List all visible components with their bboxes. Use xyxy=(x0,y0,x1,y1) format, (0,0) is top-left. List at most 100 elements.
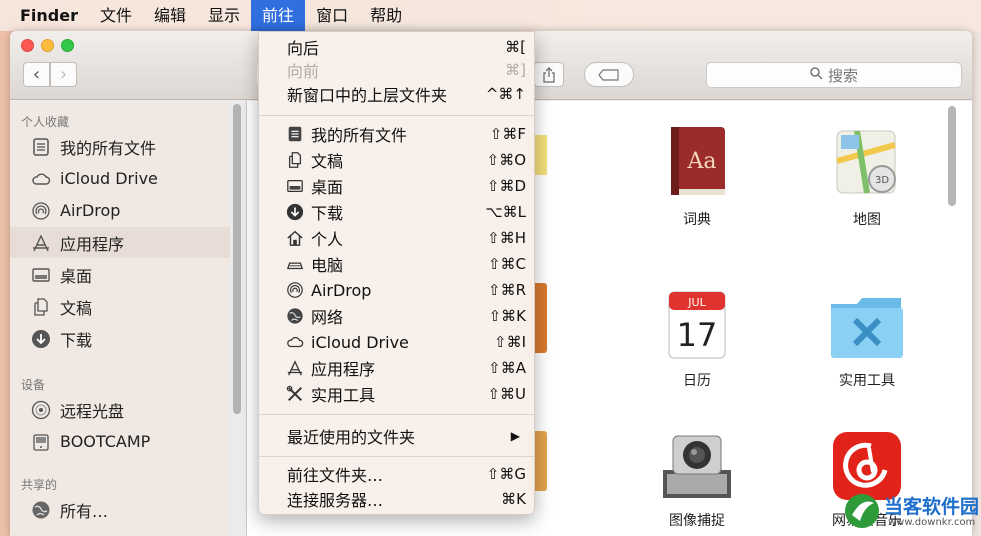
app-maps[interactable]: 3D 地图 xyxy=(797,121,937,229)
zoom-button[interactable] xyxy=(61,39,74,52)
menu-item-shortcut: ⇧⌘O xyxy=(486,151,526,169)
menu-item-icloud[interactable]: iCloud Drive ⇧⌘I xyxy=(259,329,534,355)
site-watermark: 当客软件园 www.downkr.com xyxy=(844,491,979,531)
menu-item-label: 新窗口中的上层文件夹 xyxy=(287,86,448,105)
sidebar-item-remote-disc[interactable]: 远程光盘 xyxy=(10,394,230,425)
sidebar-item-airdrop[interactable]: AirDrop xyxy=(10,195,230,226)
content-scrollbar[interactable] xyxy=(948,106,956,206)
close-button[interactable] xyxy=(21,39,34,52)
airdrop-icon xyxy=(30,200,52,222)
menu-item-enclosing-folder[interactable]: 新窗口中的上层文件夹 ^⌘↑ xyxy=(259,81,534,107)
menu-item-utilities[interactable]: 实用工具 ⇧⌘U xyxy=(259,381,534,407)
app-image-capture[interactable]: 图像捕捉 xyxy=(627,426,767,530)
menu-item-home[interactable]: 个人 ⇧⌘H xyxy=(259,225,534,251)
sidebar-item-shared-all[interactable]: 所有… xyxy=(10,494,230,525)
sidebar-item-all-files[interactable]: 我的所有文件 xyxy=(10,131,230,162)
menu-go[interactable]: 前往 xyxy=(251,0,306,31)
app-label: 词典 xyxy=(683,212,711,228)
sidebar-item-label: AirDrop xyxy=(60,201,121,220)
tag-icon xyxy=(598,68,619,81)
all-files-icon xyxy=(30,136,52,158)
sidebar-scrollbar[interactable] xyxy=(233,104,241,414)
sidebar-item-desktop[interactable]: 桌面 xyxy=(10,259,230,290)
home-icon xyxy=(285,228,305,248)
menu-window[interactable]: 窗口 xyxy=(305,0,359,31)
sidebar-item-downloads[interactable]: 下载 xyxy=(10,323,230,354)
sidebar-item-bootcamp[interactable]: BOOTCAMP xyxy=(10,426,230,457)
menu-view[interactable]: 显示 xyxy=(197,0,251,31)
calendar-app-icon: JUL 17 xyxy=(657,286,737,366)
minimize-button[interactable] xyxy=(41,39,54,52)
sidebar-item-label: iCloud Drive xyxy=(60,169,158,188)
menu-item-label: 下载 xyxy=(311,204,344,223)
app-label: 地图 xyxy=(853,212,881,228)
utilities-folder-icon xyxy=(827,286,907,366)
menu-item-all-files[interactable]: 我的所有文件 ⇧⌘F xyxy=(259,121,534,147)
menu-item-shortcut: ⇧⌘A xyxy=(488,359,526,377)
all-files-icon xyxy=(285,124,305,144)
menu-item-label: 最近使用的文件夹 xyxy=(287,428,416,447)
watermark-url: www.downkr.com xyxy=(888,517,976,528)
menu-item-downloads[interactable]: 下载 ⌥⌘L xyxy=(259,199,534,225)
downloads-icon xyxy=(30,328,52,350)
back-icon: ‹ xyxy=(32,64,41,85)
applications-icon xyxy=(30,232,52,254)
sidebar-item-label: 我的所有文件 xyxy=(60,138,157,158)
menu-item-shortcut: ⌘K xyxy=(501,490,526,508)
applications-icon xyxy=(285,358,305,378)
sidebar-item-applications[interactable]: 应用程序 xyxy=(10,227,230,258)
app-utilities[interactable]: 实用工具 xyxy=(797,286,937,390)
computer-icon xyxy=(285,254,305,274)
app-dictionary[interactable]: Aa 词典 xyxy=(627,121,767,229)
menu-item-forward[interactable]: 向前 ⌘] xyxy=(259,57,534,83)
menu-item-label: 实用工具 xyxy=(311,386,376,405)
back-button[interactable]: ‹ xyxy=(23,62,50,87)
sidebar-item-label: 所有… xyxy=(60,501,109,521)
menu-item-connect-server[interactable]: 连接服务器… ⌘K xyxy=(259,486,534,512)
menu-item-shortcut: ⇧⌘U xyxy=(487,385,526,403)
menu-item-applications[interactable]: 应用程序 ⇧⌘A xyxy=(259,355,534,381)
menu-item-shortcut: ⌘] xyxy=(505,61,526,79)
svg-text:Aa: Aa xyxy=(686,149,716,174)
svg-text:3D: 3D xyxy=(875,175,889,186)
menu-item-label: 向后 xyxy=(287,39,320,58)
menu-item-go-to-folder[interactable]: 前往文件夹… ⇧⌘G xyxy=(259,461,534,487)
menu-separator xyxy=(259,414,534,415)
menu-item-desktop[interactable]: 桌面 ⇧⌘D xyxy=(259,173,534,199)
menu-item-network[interactable]: 网络 ⇧⌘K xyxy=(259,303,534,329)
app-calendar[interactable]: JUL 17 日历 xyxy=(627,286,767,390)
sidebar-item-label: 桌面 xyxy=(60,266,93,286)
tag-button[interactable] xyxy=(584,62,634,87)
share-button[interactable] xyxy=(534,62,564,87)
menu-item-documents[interactable]: 文稿 ⇧⌘O xyxy=(259,147,534,173)
app-label: 实用工具 xyxy=(839,373,895,389)
drive-icon xyxy=(30,431,52,453)
forward-button[interactable]: › xyxy=(50,62,77,87)
go-menu-dropdown: 向后 ⌘[ 向前 ⌘] 新窗口中的上层文件夹 ^⌘↑ 我的所有文件 ⇧⌘F 文稿… xyxy=(258,31,535,515)
search-input[interactable]: 搜索 xyxy=(706,62,962,88)
menu-item-recent-folders[interactable]: 最近使用的文件夹 ▶ xyxy=(259,423,534,449)
menu-edit[interactable]: 编辑 xyxy=(143,0,197,31)
sidebar-header-devices: 设备 xyxy=(21,378,46,392)
watermark-name: 当客软件园 xyxy=(884,496,980,518)
menu-item-label: 向前 xyxy=(287,62,320,81)
menu-item-label: 个人 xyxy=(311,230,344,249)
airdrop-icon xyxy=(285,280,305,300)
menu-item-label: 连接服务器… xyxy=(287,491,384,510)
menu-finder[interactable]: Finder xyxy=(12,0,89,31)
cloud-icon xyxy=(30,168,52,190)
menu-item-shortcut: ⇧⌘K xyxy=(488,307,526,325)
sidebar-item-icloud[interactable]: iCloud Drive xyxy=(10,163,230,194)
network-icon xyxy=(285,306,305,326)
sidebar-item-documents[interactable]: 文稿 xyxy=(10,291,230,322)
watermark-logo-icon xyxy=(845,494,879,528)
network-icon xyxy=(30,499,52,521)
calendar-day: 17 xyxy=(677,316,718,354)
menu-help[interactable]: 帮助 xyxy=(359,0,413,31)
menu-item-airdrop[interactable]: AirDrop ⇧⌘R xyxy=(259,277,534,303)
menu-file[interactable]: 文件 xyxy=(89,0,143,31)
menu-item-label: 应用程序 xyxy=(311,360,376,379)
menu-item-label: AirDrop xyxy=(311,280,372,300)
menu-item-shortcut: ⇧⌘H xyxy=(487,229,526,247)
menu-item-computer[interactable]: 电脑 ⇧⌘C xyxy=(259,251,534,277)
